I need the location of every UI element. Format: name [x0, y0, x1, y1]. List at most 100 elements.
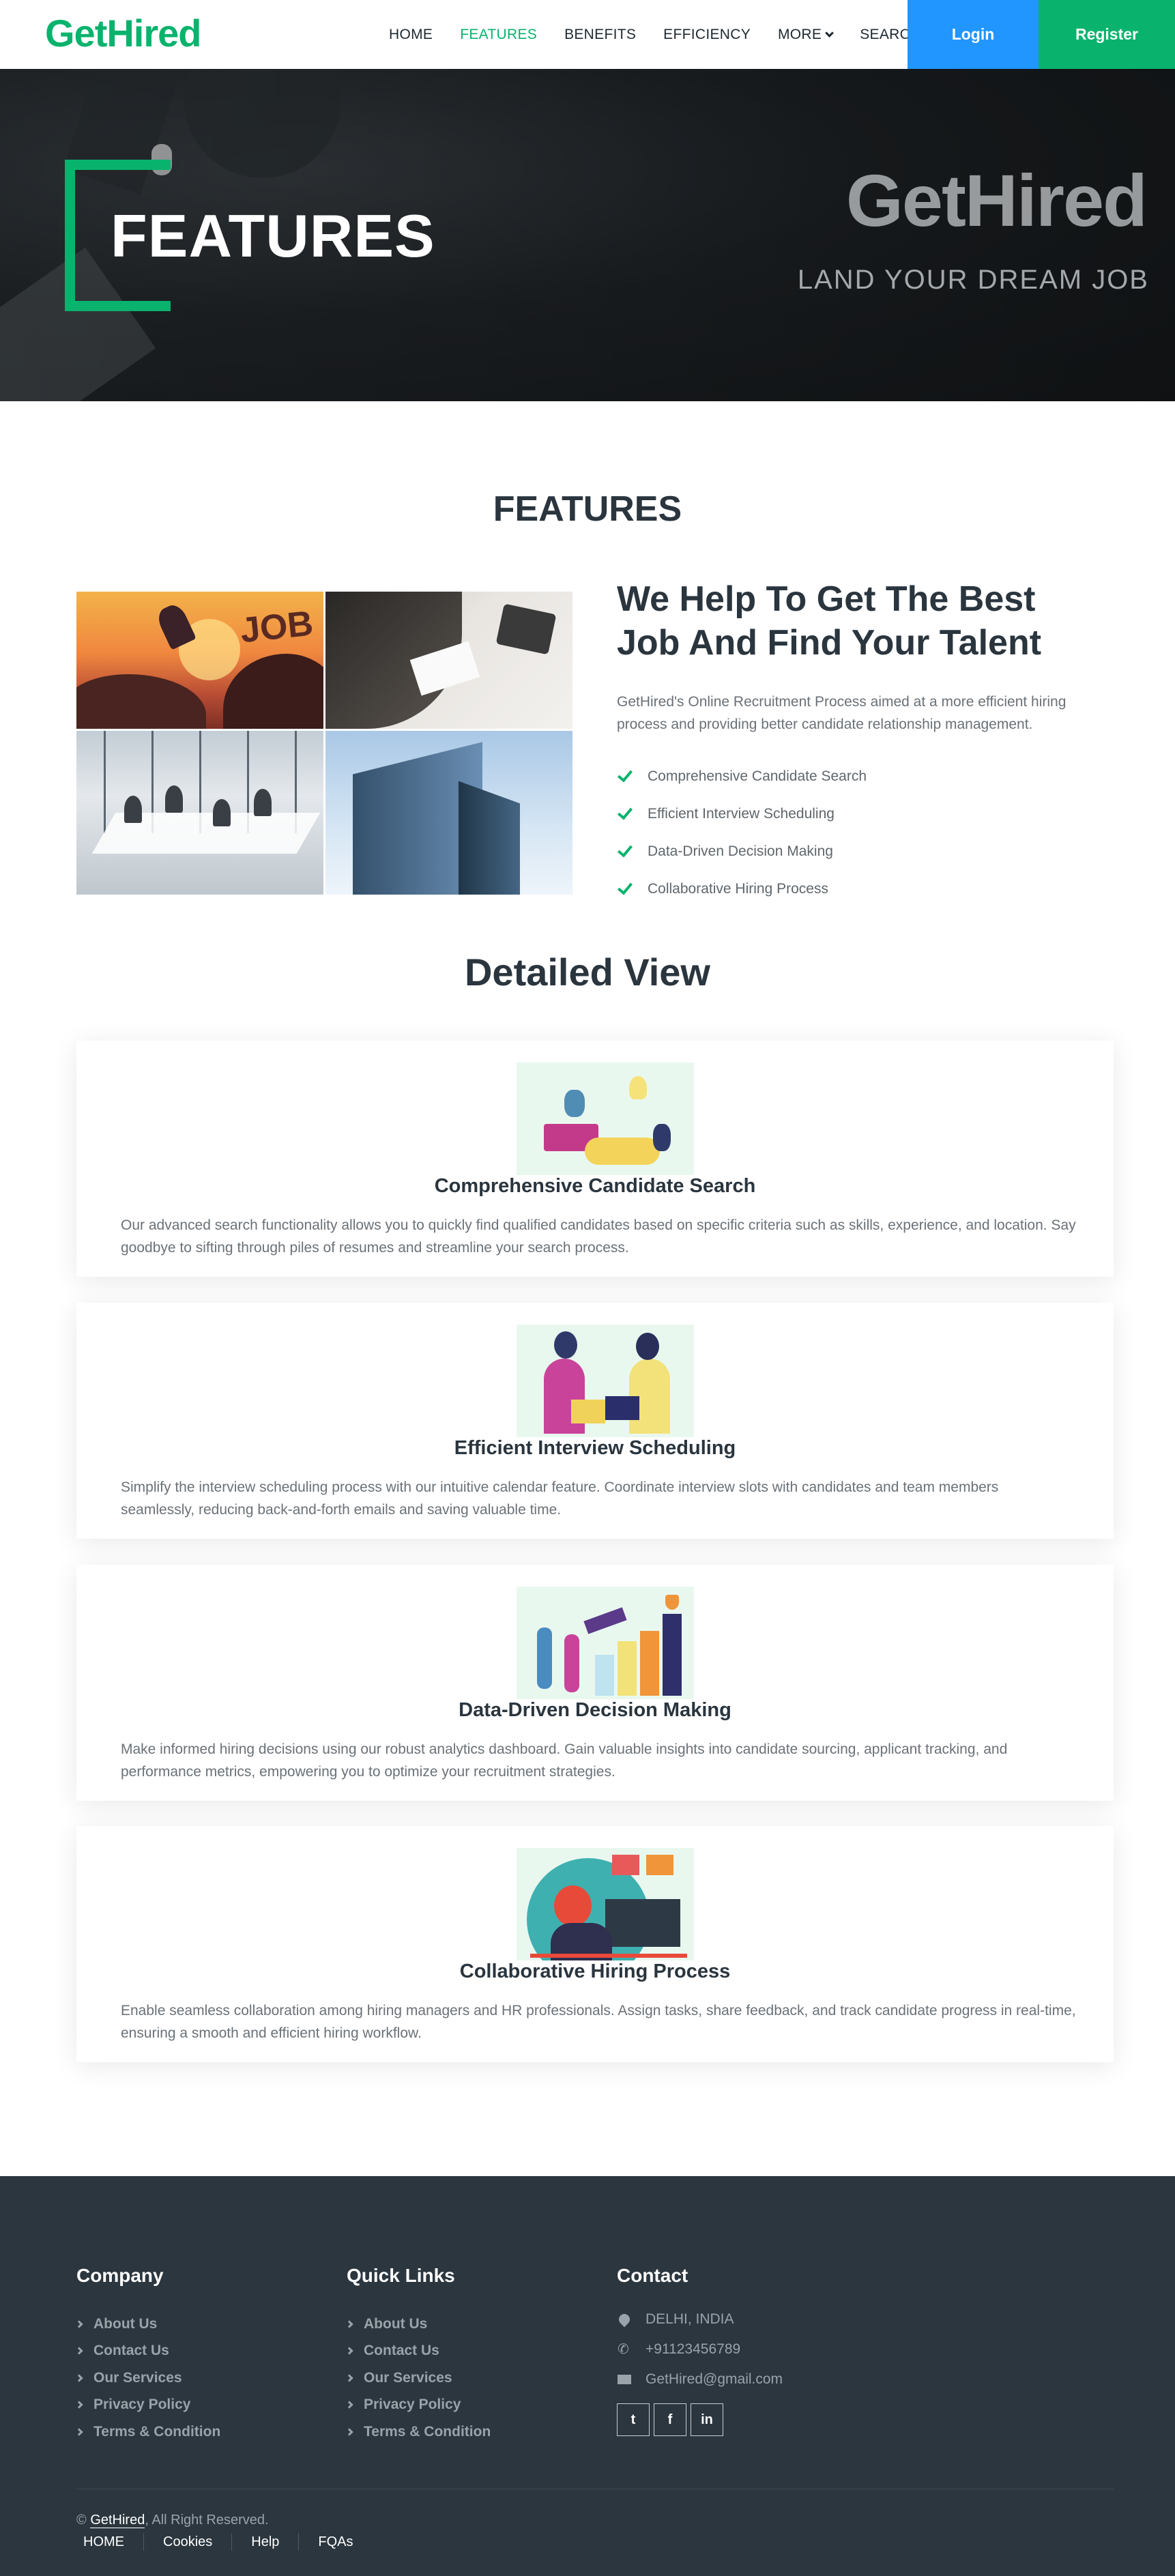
copyright-symbol: ©: [76, 2513, 87, 2528]
building-photo: [325, 731, 572, 895]
office-photo: [76, 731, 323, 895]
footer-link-about[interactable]: About Us: [75, 2311, 220, 2338]
job-photo: JOB: [76, 592, 323, 729]
footer-contact-list: DELHI, INDIA ✆ +91123456789 GetHired@gmai…: [616, 2304, 783, 2394]
footer-link-label: Contact Us: [93, 2343, 169, 2359]
nav-link-label: BENEFITS: [564, 26, 637, 42]
footer-quick-links-title: Quick Links: [347, 2265, 455, 2286]
footer-link-label: About Us: [93, 2315, 158, 2332]
envelope-icon: [617, 2375, 632, 2384]
card-title: Efficient Interview Scheduling: [454, 1437, 736, 1459]
intro-description: GetHired's Online Recruitment Process ai…: [617, 694, 1067, 732]
card-text: Simplify the interview scheduling proces…: [121, 1479, 999, 1518]
checklist-item: Collaborative Hiring Process: [617, 870, 867, 908]
footer-link-contact[interactable]: Contact Us: [345, 2338, 491, 2365]
brand-logo[interactable]: GetHired: [45, 11, 201, 55]
interview-illustration: [517, 1325, 694, 1437]
hair-shape: [554, 1885, 592, 1926]
map-pin-icon: [616, 2311, 633, 2328]
copyright-brand-link[interactable]: GetHired: [90, 2513, 145, 2528]
contact-email: GetHired@gmail.com: [617, 2364, 783, 2394]
footer-link-label: Contact Us: [364, 2343, 439, 2359]
hero-brand: GetHired: [845, 159, 1148, 242]
feature-checklist: Comprehensive Candidate Search Efficient…: [617, 757, 867, 908]
monitor-shape: [605, 1899, 680, 1947]
laptop-shape: [605, 1396, 639, 1420]
hero-tagline: LAND YOUR DREAM JOB: [797, 265, 1149, 295]
chevron-right-icon: [75, 2374, 83, 2382]
nav-link-label: FEATURES: [460, 26, 538, 42]
collaboration-illustration: [517, 1848, 694, 1960]
chevron-right-icon: [345, 2401, 353, 2409]
chevron-right-icon: [345, 2374, 353, 2382]
contact-phone: ✆ +91123456789: [617, 2334, 783, 2364]
footer-link-about[interactable]: About Us: [345, 2311, 491, 2338]
trophy-shape: [665, 1595, 679, 1610]
register-button[interactable]: Register: [1039, 0, 1175, 69]
contact-email-text: GetHired@gmail.com: [645, 2371, 783, 2387]
footer-link-services[interactable]: Our Services: [75, 2364, 220, 2392]
building-shape: [459, 781, 520, 895]
footer-bottom-link-home[interactable]: HOME: [76, 2533, 144, 2551]
features-section-title: FEATURES: [493, 489, 682, 529]
facebook-icon[interactable]: f: [654, 2403, 686, 2436]
contact-location-text: DELHI, INDIA: [645, 2311, 734, 2327]
social-links: t f in: [617, 2403, 727, 2436]
person-shape: [653, 1124, 671, 1151]
lightbulb-shape: [629, 1076, 647, 1099]
footer-contact-title: Contact: [617, 2265, 688, 2286]
chart-card-shape: [612, 1855, 639, 1875]
checklist-item: Data-Driven Decision Making: [617, 833, 867, 870]
person-shape: [537, 1627, 552, 1689]
checklist-item: Comprehensive Candidate Search: [617, 757, 867, 795]
linkedin-icon[interactable]: in: [691, 2403, 723, 2436]
copyright: © GetHired, All Right Reserved.: [76, 2513, 269, 2528]
desk-shape: [530, 1954, 687, 1958]
footer-link-contact[interactable]: Contact Us: [75, 2338, 220, 2365]
bar-shape: [618, 1641, 637, 1696]
footer-bottom-link-help[interactable]: Help: [244, 2533, 300, 2551]
footer-link-privacy[interactable]: Privacy Policy: [75, 2392, 220, 2419]
login-button[interactable]: Login: [908, 0, 1039, 69]
footer-link-label: Terms & Condition: [364, 2423, 491, 2440]
footer-link-terms[interactable]: Terms & Condition: [75, 2418, 221, 2446]
footer-bottom-links: HOME Cookies Help FQAs: [76, 2533, 385, 2551]
bar-shape: [663, 1614, 682, 1696]
nav-link-efficiency[interactable]: EFFICIENCY: [663, 27, 751, 43]
footer-link-label: About Us: [364, 2315, 428, 2332]
footer-link-label: Terms & Condition: [93, 2423, 221, 2440]
check-icon: [617, 803, 633, 820]
feature-card: Collaborative Hiring Process Enable seam…: [76, 1826, 1114, 2062]
detailed-view-title: Detailed View: [464, 951, 710, 994]
person-shape: [254, 789, 272, 816]
feature-card: Data-Driven Decision Making Make informe…: [76, 1565, 1114, 1801]
nav-link-features[interactable]: FEATURES: [460, 27, 537, 43]
nav-link-home[interactable]: HOME: [389, 27, 433, 43]
bar-shape: [595, 1655, 614, 1696]
nav-dropdown-more[interactable]: MORE: [778, 27, 835, 43]
footer-link-services[interactable]: Our Services: [345, 2364, 491, 2392]
nav-link-label: HOME: [389, 26, 433, 42]
chevron-right-icon: [345, 2347, 353, 2355]
twitter-icon[interactable]: t: [617, 2403, 650, 2436]
footer-bottom-link-faqs[interactable]: FQAs: [311, 2533, 372, 2551]
nav-links: HOME FEATURES BENEFITS EFFICIENCY MORE S…: [389, 0, 948, 69]
footer-link-privacy[interactable]: Privacy Policy: [345, 2392, 491, 2419]
footer-bottom-link-cookies[interactable]: Cookies: [156, 2533, 233, 2551]
card-title: Collaborative Hiring Process: [459, 1960, 731, 1982]
check-icon: [617, 841, 633, 858]
chart-card-shape: [646, 1855, 673, 1875]
phone-icon: ✆: [618, 2342, 629, 2357]
hero-title: FEATURES: [111, 202, 435, 270]
intro-heading: We Help To Get The Best Job And Find You…: [617, 579, 1042, 663]
contact-phone-text: +91123456789: [645, 2341, 741, 2357]
card-title: Comprehensive Candidate Search: [434, 1175, 756, 1197]
footer-link-terms[interactable]: Terms & Condition: [345, 2418, 491, 2446]
nav-link-benefits[interactable]: BENEFITS: [564, 27, 636, 43]
flag-shape: [583, 1607, 627, 1634]
nav-link-label: EFFICIENCY: [663, 26, 751, 42]
footer-link-label: Privacy Policy: [364, 2397, 461, 2413]
laptop-shape: [571, 1400, 605, 1423]
rock-shape: [76, 674, 206, 729]
check-icon: [617, 766, 633, 783]
